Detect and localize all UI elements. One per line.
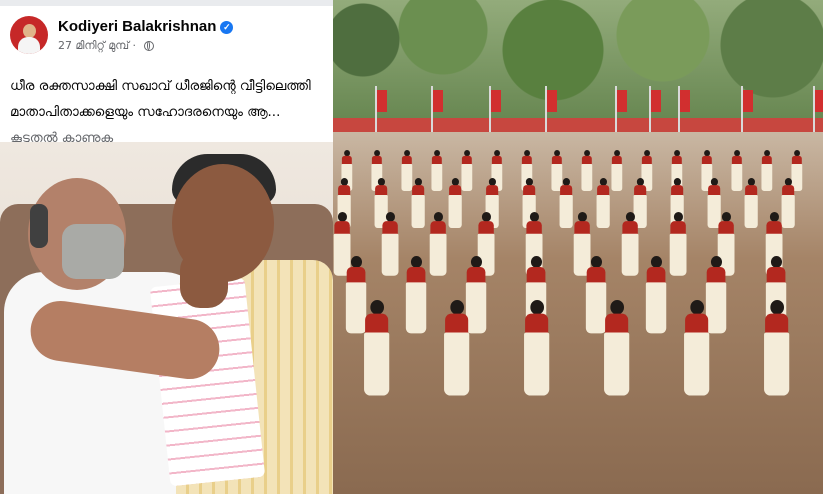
- red-flag: [815, 90, 823, 112]
- verified-badge-icon: ✓: [220, 21, 234, 34]
- dancer: [683, 300, 710, 397]
- dancer: [761, 150, 773, 191]
- dancer: [559, 178, 573, 229]
- dancer: [411, 178, 425, 229]
- dancer: [461, 150, 473, 191]
- dancer: [405, 256, 427, 334]
- dancer: [763, 300, 790, 397]
- hand-wiping-face: [180, 250, 228, 308]
- dancer: [611, 150, 623, 191]
- dancer: [744, 178, 758, 229]
- dancer: [669, 212, 687, 276]
- dancer: [448, 178, 462, 229]
- author-name[interactable]: Kodiyeri Balakrishnan: [58, 18, 216, 35]
- dancer: [621, 212, 639, 276]
- dancer: [731, 150, 743, 191]
- top-bar: [0, 0, 333, 6]
- post-timestamp[interactable]: 27 മിനിറ്റ് മുമ്പ്: [58, 39, 129, 52]
- facebook-post-screenshot: Kodiyeri Balakrishnan ✓ 27 മിനിറ്റ് മുമ്പ…: [0, 0, 333, 494]
- dancer: [596, 178, 610, 229]
- red-flag: [491, 90, 501, 112]
- dancer: [645, 256, 667, 334]
- post-body-text: ധീര രക്തസാക്ഷി സഖാവ് ധീരജിന്റെ വീട്ടിലെത…: [10, 79, 311, 120]
- dancer: [431, 150, 443, 191]
- dancer: [603, 300, 630, 397]
- dancer: [429, 212, 447, 276]
- dancer: [443, 300, 470, 397]
- post-header: Kodiyeri Balakrishnan ✓ 27 മിനിറ്റ് മുമ്പ…: [10, 16, 325, 58]
- red-flag: [680, 90, 690, 112]
- rally-photo: [333, 0, 823, 494]
- man-hair: [30, 204, 48, 248]
- post-text: ധീര രക്തസാക്ഷി സഖാവ് ധീരജിന്റെ വീട്ടിലെത…: [10, 74, 328, 152]
- dancer: [523, 300, 550, 397]
- globe-icon: [143, 41, 154, 51]
- dancer: [581, 150, 593, 191]
- red-fence: [333, 118, 823, 132]
- dancer: [363, 300, 390, 397]
- post-photo[interactable]: [0, 142, 333, 494]
- red-flag: [433, 90, 443, 112]
- face-mask: [62, 224, 124, 279]
- author-name-row: Kodiyeri Balakrishnan ✓: [58, 18, 234, 35]
- author-avatar[interactable]: [10, 16, 48, 54]
- red-flag: [651, 90, 661, 112]
- red-flag: [547, 90, 557, 112]
- dancer: [381, 212, 399, 276]
- red-flag: [377, 90, 387, 112]
- red-flag: [743, 90, 753, 112]
- red-flag: [617, 90, 627, 112]
- post-meta: 27 മിനിറ്റ് മുമ്പ് ·: [58, 39, 154, 53]
